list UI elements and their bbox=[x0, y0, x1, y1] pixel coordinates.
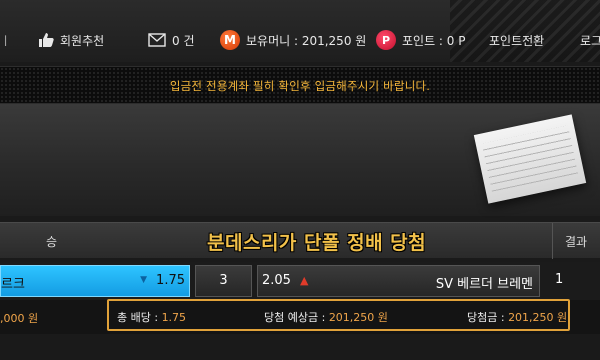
money-label: 보유머니 : 201,250 원 bbox=[246, 33, 367, 48]
table-row: 르크 ▼ 1.75 3 2.05 ▲ SV 베르더 브레멘 1 bbox=[0, 262, 600, 300]
overlay-caption: 분데스리가 단폴 정배 당첨 bbox=[207, 232, 427, 254]
expected-value: 201,250 원 bbox=[328, 311, 388, 324]
bet-summary-box: 총 배당 : 1.75 당첨 예상금 : 201,250 원 당첨금 : 201… bbox=[107, 299, 570, 331]
header-win: 승 bbox=[46, 235, 58, 249]
away-odds-button[interactable]: 2.05 ▲ SV 베르더 브레멘 bbox=[257, 265, 540, 297]
notice-text: 입금전 전용계좌 필히 확인후 입금해주시기 바랍니다. bbox=[169, 79, 431, 93]
paper-decoration bbox=[473, 114, 587, 204]
notice-bar: 입금전 전용계좌 필히 확인후 입금해주시기 바랍니다. bbox=[0, 66, 600, 104]
payout-label: 당첨금 : bbox=[467, 311, 505, 324]
top-navigation: ㅣ 회원추천 0 건 M 보유머니 : 201,250 원 P 포인트 : 0 … bbox=[0, 0, 600, 62]
payout: 당첨금 : 201,250 원 bbox=[467, 309, 567, 325]
total-odds-value: 1.75 bbox=[161, 311, 187, 324]
header-divider bbox=[552, 223, 553, 259]
recommend-label: 회원추천 bbox=[60, 33, 105, 48]
draw-button[interactable]: 3 bbox=[195, 265, 252, 297]
thumbs-up-icon bbox=[39, 33, 54, 47]
nav-edge-fragment: ㅣ bbox=[0, 34, 12, 48]
expected-winnings: 당첨 예상금 : 201,250 원 bbox=[264, 309, 388, 325]
odds-up-icon: ▲ bbox=[300, 274, 309, 287]
point-convert-label: 포인트전환 bbox=[489, 33, 545, 48]
point-convert-link[interactable]: 포인트전환 bbox=[489, 30, 544, 50]
draw-value: 3 bbox=[219, 273, 228, 288]
header-result: 결과 bbox=[565, 235, 588, 249]
home-odds: 1.75 bbox=[156, 273, 185, 288]
messages-count: 0 건 bbox=[172, 33, 195, 48]
money-coin-icon: M bbox=[220, 30, 240, 50]
money-display[interactable]: M 보유머니 : 201,250 원 bbox=[220, 30, 366, 50]
points-display[interactable]: P 포인트 : 0 P bbox=[376, 30, 465, 50]
away-odds: 2.05 bbox=[262, 273, 291, 288]
total-odds: 총 배당 : 1.75 bbox=[117, 309, 186, 325]
recommend-link[interactable]: 회원추천 bbox=[38, 30, 104, 50]
points-icon: P bbox=[376, 30, 396, 50]
away-team: SV 베르더 브레멘 bbox=[435, 277, 533, 292]
home-odds-button[interactable]: 르크 ▼ 1.75 bbox=[0, 265, 190, 297]
total-odds-label: 총 배당 : bbox=[117, 311, 159, 324]
points-label: 포인트 : 0 P bbox=[402, 33, 466, 48]
odds-down-icon: ▼ bbox=[140, 275, 147, 285]
messages-link[interactable]: 0 건 bbox=[148, 30, 195, 50]
logout-link[interactable]: 로그 bbox=[580, 30, 600, 50]
home-team: 르크 bbox=[1, 277, 25, 292]
expected-label: 당첨 예상금 : bbox=[264, 311, 326, 324]
result-value: 1 bbox=[555, 272, 564, 287]
payout-value: 201,250 원 bbox=[508, 311, 568, 324]
bet-amount: ,000 원 bbox=[0, 312, 39, 325]
banner-area bbox=[0, 104, 600, 216]
logout-label: 로그 bbox=[580, 33, 600, 48]
mail-icon bbox=[148, 33, 166, 47]
